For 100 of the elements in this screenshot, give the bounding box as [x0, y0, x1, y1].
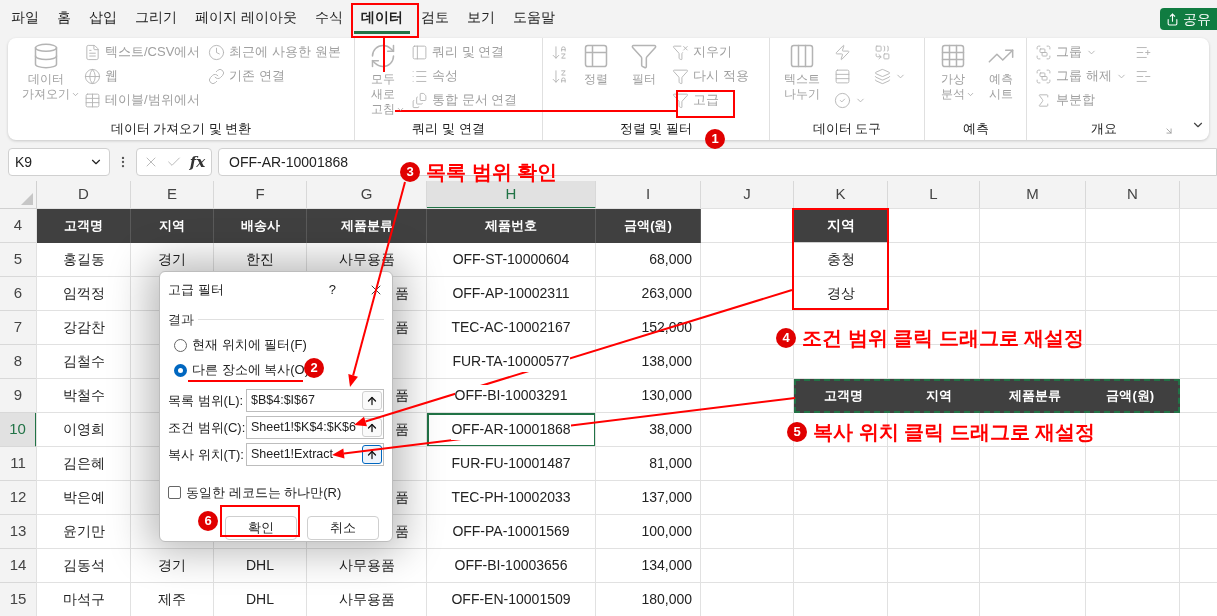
radio-button[interactable] [174, 363, 187, 377]
globe-icon [84, 67, 101, 85]
row-header[interactable]: 15 [0, 583, 37, 616]
clock-icon [208, 43, 226, 61]
group-label: 개요 [1090, 120, 1117, 139]
table-cell: 박철수 [37, 379, 131, 413]
dialog-button[interactable]: 확인 [225, 516, 297, 540]
table-cell: 경상 [794, 277, 888, 311]
column-heading: 고객명 [823, 387, 865, 406]
sort-descending-icon [551, 67, 568, 85]
group-label: 정렬 및 필터 [619, 120, 693, 139]
group-icon [1035, 67, 1052, 85]
table-cell: TEC-PH-10002033 [427, 481, 596, 515]
upload-arrow-icon [366, 394, 378, 407]
dialog-button[interactable]: 취소 [307, 516, 379, 540]
row-header[interactable]: 4 [0, 209, 37, 243]
ribbon-tab[interactable]: 홈 [50, 4, 78, 34]
grid-icon [939, 42, 967, 70]
dialog-title: 고급 필터 [168, 281, 224, 300]
table-cell: 제주 [131, 583, 214, 616]
range-field[interactable]: Sheet1!Extract [246, 443, 384, 466]
ribbon-tab[interactable]: 보기 [459, 4, 502, 34]
ribbon-tab[interactable]: 데이터 [353, 4, 410, 34]
ribbon-tab[interactable]: 페이지 레이아웃 [188, 4, 304, 34]
row-header[interactable]: 5 [0, 243, 37, 277]
table-cell: 김은혜 [37, 447, 131, 481]
table-cell: 윤기만 [37, 515, 131, 549]
table-cell: 138,000 [596, 345, 701, 379]
table-cell: FUR-TA-10000577 [427, 345, 596, 379]
table-cell: 충청 [794, 243, 888, 277]
column-heading: 제품분류 [1007, 387, 1062, 406]
group-label: 데이터 도구 [812, 120, 882, 139]
ribbon-tab[interactable]: 그리기 [128, 4, 184, 34]
row-header[interactable]: 12 [0, 481, 37, 515]
share-button[interactable]: 공유 [1160, 8, 1217, 30]
checkbox-option[interactable]: 동일한 레코드는 하나만(R) [168, 482, 384, 502]
table-cell: OFF-AR-10001868 [427, 413, 596, 447]
table-cell: OFF-BI-10003291 [427, 379, 596, 413]
table-cell: 사무용품 [307, 583, 427, 616]
column-header[interactable]: L [888, 181, 980, 209]
row-header[interactable]: 6 [0, 277, 37, 311]
filter-icon [630, 42, 658, 70]
table-cell: 134,000 [596, 549, 701, 583]
table-cell: 81,000 [596, 447, 701, 481]
table-cell: 김동석 [37, 549, 131, 583]
column-heading: 지역 [925, 387, 954, 406]
table-cell: 홍길동 [37, 243, 131, 277]
table-cell-text: 품 [395, 284, 409, 303]
ribbon-tab[interactable]: 검토 [413, 4, 456, 34]
table-cell: FUR-FU-10001487 [427, 447, 596, 481]
table-cell: OFF-BI-10003656 [427, 549, 596, 583]
row-header[interactable]: 11 [0, 447, 37, 481]
sort-icon [582, 42, 610, 70]
radio-option[interactable]: 현재 위치에 필터(F) [174, 335, 307, 355]
ribbon-tab[interactable]: 수식 [307, 4, 350, 34]
table-cell: 사무용품 [307, 549, 427, 583]
column-header[interactable]: N [1086, 181, 1180, 209]
rows-icon [834, 67, 851, 85]
caret-icon [396, 105, 405, 114]
column-header[interactable]: M [980, 181, 1086, 209]
ribbon-tab[interactable]: 파일 [4, 4, 46, 34]
table-cell: OFF-PA-10001569 [427, 515, 596, 549]
row-header[interactable]: 13 [0, 515, 37, 549]
range-field[interactable]: Sheet1!$K$4:$K$6 [246, 416, 384, 439]
radio-button[interactable] [174, 338, 187, 352]
filter-icon [672, 67, 689, 85]
caret-icon [71, 90, 80, 99]
ribbon-tab[interactable]: 도움말 [505, 4, 562, 34]
table-cell: 68,000 [596, 243, 701, 277]
help-button[interactable]: ? [328, 280, 336, 300]
caret-icon [966, 90, 975, 99]
field-label: 목록 범위(L): [168, 391, 245, 410]
checkbox[interactable] [168, 485, 181, 499]
documents-icon [411, 91, 428, 109]
column-header[interactable]: J [701, 181, 794, 209]
insert-function-button[interactable]: fx [189, 150, 206, 174]
row-header[interactable]: 10 [0, 413, 37, 447]
document-icon [84, 43, 101, 61]
table-cell: OFF-ST-10000604 [427, 243, 596, 277]
filter-icon [672, 91, 689, 109]
panel-icon [411, 43, 428, 61]
table-cell: 마석구 [37, 583, 131, 616]
link-icon [208, 67, 226, 85]
ribbon-tab[interactable]: 삽입 [82, 4, 124, 34]
table-cell: TEC-AC-10002167 [427, 311, 596, 345]
row-header[interactable]: 7 [0, 311, 37, 345]
table-cell-text: 품 [395, 318, 409, 337]
annotation-text: 조건 범위 클릭 드래그로 재설정 [802, 326, 1085, 350]
range-field[interactable]: $B$4:$I$67 [246, 389, 384, 412]
table-cell: OFF-EN-10001509 [427, 583, 596, 616]
step-badge: 1 [705, 129, 725, 149]
field-label: 복사 위치(T): [168, 445, 245, 464]
annotation-text: 복사 위치 클릭 드래그로 재설정 [813, 420, 1096, 444]
row-header[interactable]: 9 [0, 379, 37, 413]
column-header[interactable]: K [794, 181, 888, 209]
name-box[interactable]: K9 [8, 148, 110, 176]
table-cell-text: 품 [395, 420, 409, 439]
row-header[interactable]: 8 [0, 345, 37, 379]
row-header[interactable]: 14 [0, 549, 37, 583]
table-cell: 180,000 [596, 583, 701, 616]
